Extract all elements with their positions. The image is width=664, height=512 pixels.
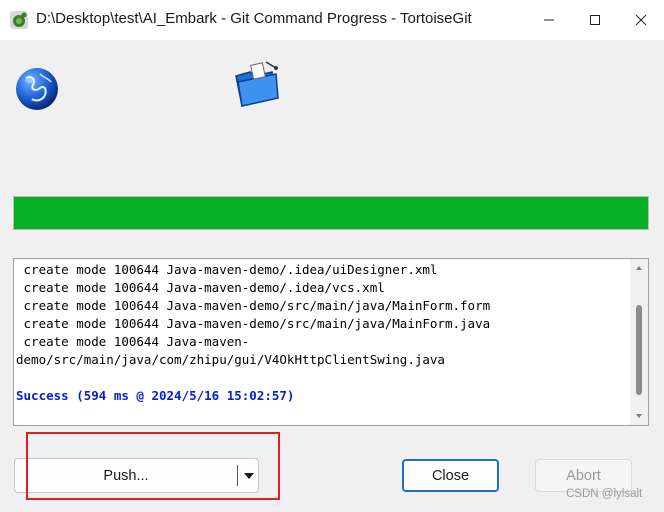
minimize-button[interactable] xyxy=(526,0,572,40)
tortoisegit-icon xyxy=(10,11,28,29)
log-line: create mode 100644 Java-maven-demo/.idea… xyxy=(16,280,385,295)
vertical-scrollbar[interactable] xyxy=(630,259,648,425)
annotation-highlight-box xyxy=(26,432,280,500)
progress-bar xyxy=(13,196,649,230)
close-window-button[interactable] xyxy=(618,0,664,40)
progress-fill xyxy=(14,197,648,229)
close-button[interactable]: Close xyxy=(402,459,499,492)
maximize-icon xyxy=(590,15,600,25)
folder-icon xyxy=(235,61,279,107)
globe-icon xyxy=(16,68,58,110)
maximize-button[interactable] xyxy=(572,0,618,40)
close-icon xyxy=(635,14,647,26)
log-lines: create mode 100644 Java-maven-demo/.idea… xyxy=(16,261,626,405)
title-bar[interactable]: D:\Desktop\test\AI_Embark - Git Command … xyxy=(0,0,664,40)
window-title: D:\Desktop\test\AI_Embark - Git Command … xyxy=(36,10,472,27)
scrollbar-thumb[interactable] xyxy=(636,305,642,395)
log-line-success: Success (594 ms @ 2024/5/16 15:02:57) xyxy=(16,388,295,403)
log-line: demo/src/main/java/com/zhipu/gui/V4OkHtt… xyxy=(16,352,445,367)
scroll-down-icon[interactable] xyxy=(635,412,643,420)
watermark: CSDN @lylsalt xyxy=(566,488,643,500)
log-line: create mode 100644 Java-maven-demo/.idea… xyxy=(16,262,438,277)
log-line: create mode 100644 Java-maven-demo/src/m… xyxy=(16,298,491,313)
log-line: create mode 100644 Java-maven-demo/src/m… xyxy=(16,316,491,331)
log-line: create mode 100644 Java-maven- xyxy=(16,334,250,349)
output-log[interactable]: create mode 100644 Java-maven-demo/.idea… xyxy=(13,258,649,426)
minimize-icon xyxy=(544,19,554,21)
scroll-up-icon[interactable] xyxy=(635,264,643,272)
